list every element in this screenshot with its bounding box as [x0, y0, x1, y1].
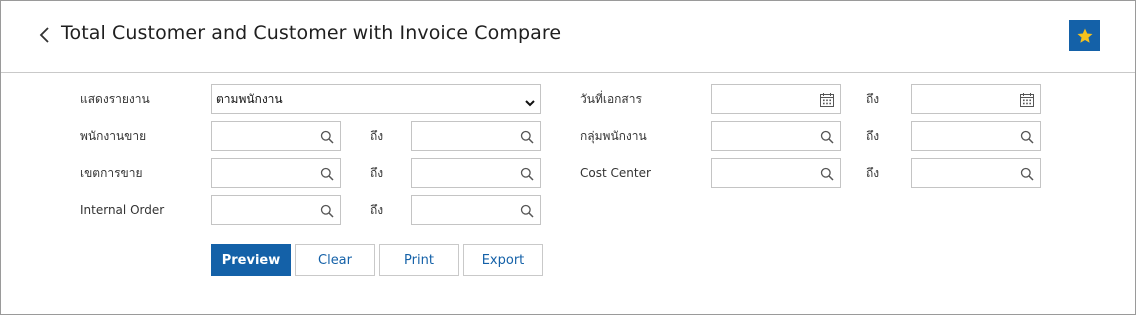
employee-group-label: กลุ่มพนักงาน — [580, 129, 647, 143]
cost-center-label: Cost Center — [580, 166, 651, 180]
cost-center-from-input[interactable] — [711, 158, 841, 188]
internal-order-from-input[interactable] — [211, 195, 341, 225]
clear-button[interactable]: Clear — [295, 244, 375, 276]
report-type-value: ตามพนักงาน — [216, 92, 283, 106]
document-date-label: วันที่เอกสาร — [580, 92, 642, 106]
report-type-select[interactable]: ตามพนักงาน — [211, 84, 541, 114]
employee-group-from-input[interactable] — [711, 121, 841, 151]
search-icon[interactable] — [1020, 166, 1034, 181]
preview-button[interactable]: Preview — [211, 244, 291, 276]
search-icon[interactable] — [520, 203, 534, 218]
to-label: ถึง — [866, 92, 880, 106]
employee-group-to-input[interactable] — [911, 121, 1041, 151]
chevron-down-icon — [524, 94, 536, 107]
sales-area-to-input[interactable] — [411, 158, 541, 188]
cost-center-to-input[interactable] — [911, 158, 1041, 188]
search-icon[interactable] — [520, 129, 534, 144]
search-icon[interactable] — [320, 203, 334, 218]
to-label: ถึง — [866, 166, 880, 180]
star-icon — [1077, 28, 1092, 43]
calendar-icon[interactable] — [820, 92, 834, 107]
sales-area-label: เขตการขาย — [80, 166, 143, 180]
to-label: ถึง — [370, 203, 384, 217]
search-icon[interactable] — [320, 166, 334, 181]
document-date-from-input[interactable] — [711, 84, 841, 114]
search-icon[interactable] — [1020, 129, 1034, 144]
internal-order-to-input[interactable] — [411, 195, 541, 225]
salesperson-to-input[interactable] — [411, 121, 541, 151]
search-icon[interactable] — [820, 166, 834, 181]
report-type-label: แสดงรายงาน — [80, 92, 150, 106]
page-title: Total Customer and Customer with Invoice… — [61, 22, 562, 44]
sales-area-from-input[interactable] — [211, 158, 341, 188]
print-button[interactable]: Print — [379, 244, 459, 276]
calendar-icon[interactable] — [1020, 92, 1034, 107]
chevron-left-icon[interactable] — [38, 26, 52, 44]
internal-order-label: Internal Order — [80, 203, 165, 217]
to-label: ถึง — [370, 166, 384, 180]
export-button[interactable]: Export — [463, 244, 543, 276]
search-icon[interactable] — [320, 129, 334, 144]
document-date-to-input[interactable] — [911, 84, 1041, 114]
search-icon[interactable] — [820, 129, 834, 144]
to-label: ถึง — [370, 129, 384, 143]
search-icon[interactable] — [520, 166, 534, 181]
salesperson-label: พนักงานขาย — [80, 129, 147, 143]
salesperson-from-input[interactable] — [211, 121, 341, 151]
favorite-button[interactable] — [1069, 20, 1100, 51]
to-label: ถึง — [866, 129, 880, 143]
page-header: Total Customer and Customer with Invoice… — [1, 1, 1135, 73]
